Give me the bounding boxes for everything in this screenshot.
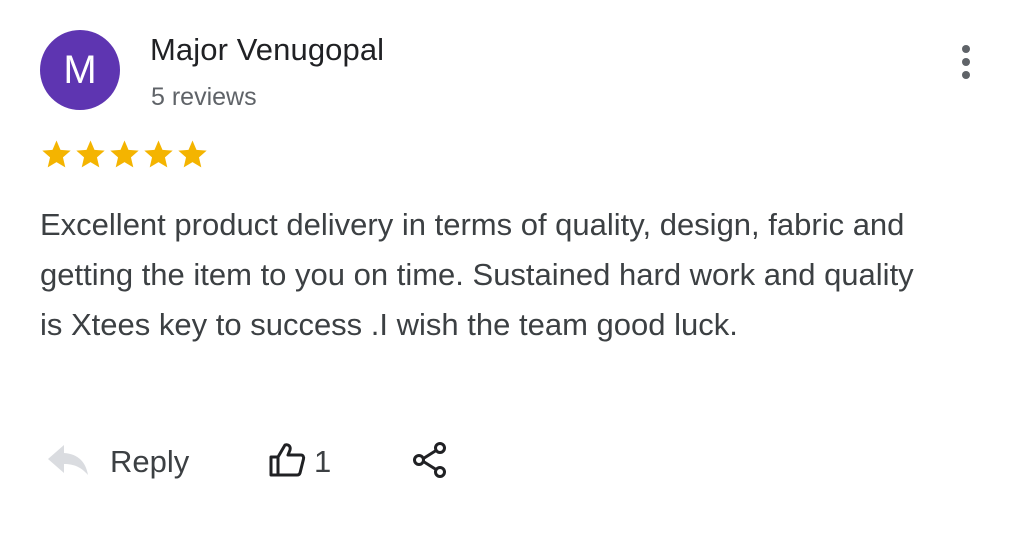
star-rating xyxy=(40,138,209,171)
more-vert-icon-dot xyxy=(962,71,970,79)
reply-button[interactable]: Reply xyxy=(46,432,189,492)
share-button[interactable] xyxy=(410,432,450,492)
thumbs-up-icon xyxy=(268,442,306,483)
author-review-count: 5 reviews xyxy=(151,83,257,111)
avatar[interactable]: M xyxy=(40,30,120,110)
star-icon xyxy=(76,140,105,168)
author-name[interactable]: Major Venugopal xyxy=(150,32,384,68)
like-button[interactable]: 1 xyxy=(268,432,331,492)
reply-arrow-icon xyxy=(46,443,90,482)
review-text: Excellent product delivery in terms of q… xyxy=(40,207,914,342)
star-icon xyxy=(110,140,139,168)
like-count: 1 xyxy=(314,444,332,479)
star-icon xyxy=(178,140,207,168)
more-options-button[interactable] xyxy=(950,38,982,86)
more-vert-icon xyxy=(962,45,970,53)
reply-label: Reply xyxy=(110,444,190,479)
star-icon xyxy=(42,140,71,168)
share-icon xyxy=(410,440,450,485)
more-vert-icon-dot xyxy=(962,58,970,66)
avatar-initial: M xyxy=(63,47,97,92)
star-icon xyxy=(144,140,173,168)
